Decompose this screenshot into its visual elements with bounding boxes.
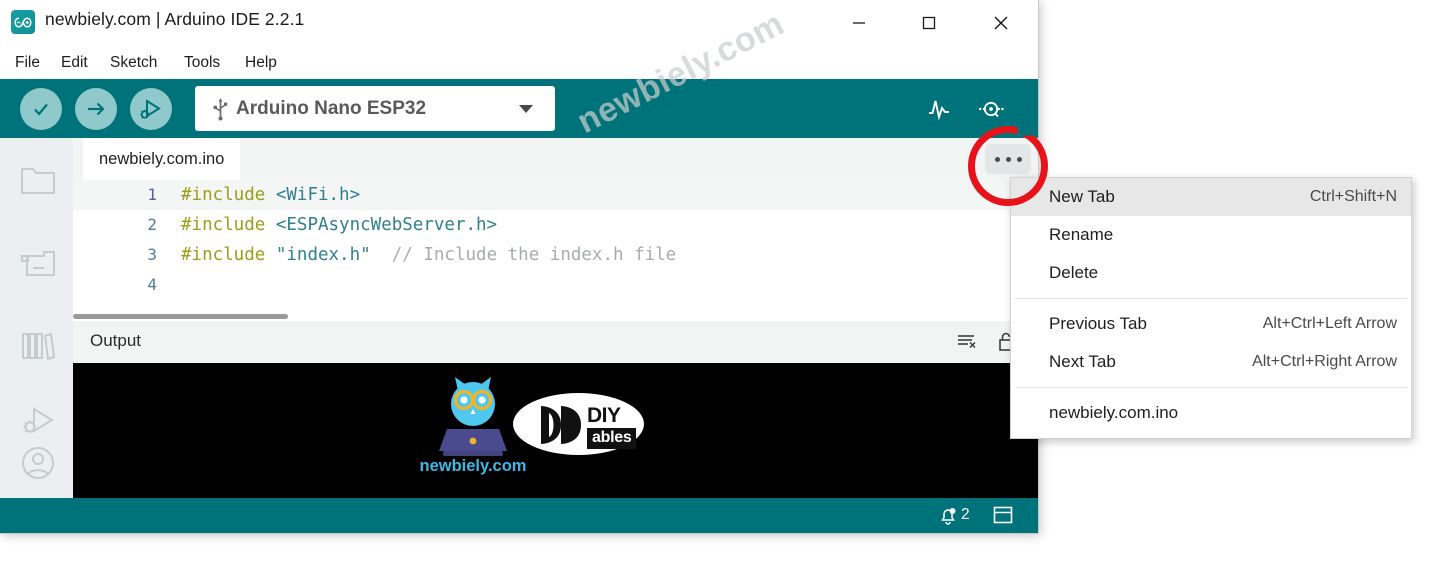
close-icon[interactable] [978,0,1024,46]
board-selector[interactable]: Arduino Nano ESP32 [195,86,555,131]
sidebar-item-sketchbook[interactable] [17,160,59,202]
notification-count: 2 [961,506,970,523]
toggle-panel-icon[interactable] [993,506,1013,526]
menu-item-help[interactable]: Help [238,51,284,74]
check-circle-icon [34,103,48,116]
serial-plotter-icon [929,100,949,121]
title-bar: newbiely.com | Arduino IDE 2.2.1 [0,0,1038,46]
sidebar-item-account[interactable] [17,442,59,484]
code-lines: #include <WiFi.h> #include <ESPAsyncWebS… [169,180,1038,321]
editor-tab-newbiely[interactable]: newbiely.com.ino [83,138,241,180]
arrow-right-circle-icon [88,102,105,116]
line-number: 3 [147,245,157,264]
context-menu-separator [1015,298,1407,299]
folder-icon [21,168,55,194]
debug-button[interactable] [130,88,172,130]
output-console: newbiely.com DIY ables [73,363,1038,498]
screenshot-root: newbiely.com | Arduino IDE 2.2.1 File Ed… [0,0,1431,565]
newbiely-logo-text: newbiely.com [419,457,527,475]
context-menu-label: Next Tab [1049,352,1116,371]
serial-monitor-button[interactable] [972,90,1010,128]
context-menu-item-new-tab[interactable]: New Tab Ctrl+Shift+N [1011,178,1411,216]
diyables-diy-text: DIY [587,404,621,427]
context-menu-shortcut: Alt+Ctrl+Right Arrow [1252,353,1397,370]
line-number: 2 [147,215,157,234]
menu-item-sketch[interactable]: Sketch [103,51,164,74]
output-panel: Output newbiely.com DIY ables [73,321,1038,498]
sidebar-item-boards-manager[interactable] [17,242,59,284]
status-bar: 2 [0,498,1038,533]
context-menu-item-delete[interactable]: Delete [1011,254,1411,292]
context-menu-label: Delete [1049,263,1099,282]
verify-button[interactable] [20,88,62,130]
context-menu-item-previous-tab[interactable]: Previous Tab Alt+Ctrl+Left Arrow [1011,305,1411,343]
code-line: #include "index.h" // Include the index.… [181,245,677,265]
maximize-icon[interactable] [906,0,952,46]
menu-item-tools[interactable]: Tools [177,51,227,74]
board-selector-label: Arduino Nano ESP32 [236,97,427,119]
menu-item-file[interactable]: File [8,51,47,74]
diyables-ables-text: ables [587,428,637,449]
upload-button[interactable] [75,88,117,130]
minimize-icon[interactable] [836,0,882,46]
code-line: #include <ESPAsyncWebServer.h> [181,215,498,235]
context-menu-label: Rename [1049,225,1114,244]
window-title: newbiely.com | Arduino IDE 2.2.1 [45,9,305,29]
code-line: #include <WiFi.h> [181,185,361,205]
arduino-infinity-icon [11,10,35,34]
line-number: 1 [147,185,157,204]
menu-item-edit[interactable]: Edit [54,51,95,74]
context-menu-label: Previous Tab [1049,314,1147,333]
serial-monitor-icon [979,101,1004,118]
sidebar-item-debug[interactable] [17,400,59,442]
context-menu-separator [1015,387,1407,388]
debug-icon [23,407,54,433]
line-number: 4 [147,275,157,294]
line-number-gutter: 1 2 3 4 [73,180,169,321]
context-menu-shortcut: Ctrl+Shift+N [1309,188,1397,205]
editor-horizontal-scrollbar[interactable] [73,314,288,319]
usb-icon [213,97,228,121]
bell-icon[interactable] [938,506,958,526]
library-icon [22,332,56,361]
output-panel-title: Output [90,331,142,350]
editor-tab-bar: newbiely.com.ino [73,138,1038,181]
context-menu-item-rename[interactable]: Rename [1011,216,1411,254]
clear-output-icon[interactable] [953,329,979,355]
annotation-circle [968,126,1048,206]
context-menu-label: New Tab [1049,187,1115,206]
context-menu-item-sketch-file[interactable]: newbiely.com.ino [1011,394,1411,432]
account-icon [22,447,54,479]
context-menu-label: newbiely.com.ino [1049,403,1179,422]
diyables-logo: DIY ables [513,393,644,455]
tab-context-menu: New Tab Ctrl+Shift+N Rename Delete Previ… [1010,177,1412,439]
chevron-down-icon[interactable] [519,104,533,113]
sidebar-item-library-manager[interactable] [17,324,59,366]
arduino-ide-window: newbiely.com | Arduino IDE 2.2.1 File Ed… [0,0,1038,533]
menu-bar: File Edit Sketch Tools Help [0,46,1038,79]
diyables-d-mark [541,406,581,444]
output-panel-header: Output [73,321,1038,363]
context-menu-item-next-tab[interactable]: Next Tab Alt+Ctrl+Right Arrow [1011,343,1411,381]
code-pane[interactable]: 1 2 3 4 #include <WiFi.h> #include <ESPA… [73,180,1038,321]
editor-area: newbiely.com.ino 1 2 3 4 #include <WiFi.… [73,138,1038,321]
context-menu-shortcut: Alt+Ctrl+Left Arrow [1262,315,1397,332]
boards-manager-icon [21,251,55,276]
debug-play-circle-icon [140,99,161,119]
serial-plotter-button[interactable] [920,90,958,128]
